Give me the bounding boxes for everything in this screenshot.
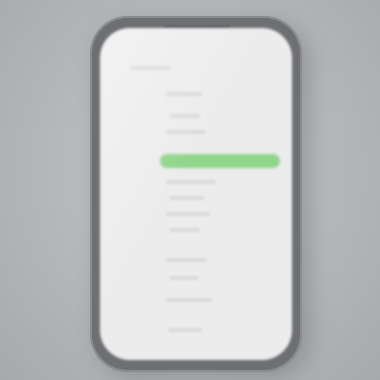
phone-screen [100, 28, 292, 360]
smartphone-icon [90, 16, 302, 372]
screen-glare [100, 28, 292, 360]
